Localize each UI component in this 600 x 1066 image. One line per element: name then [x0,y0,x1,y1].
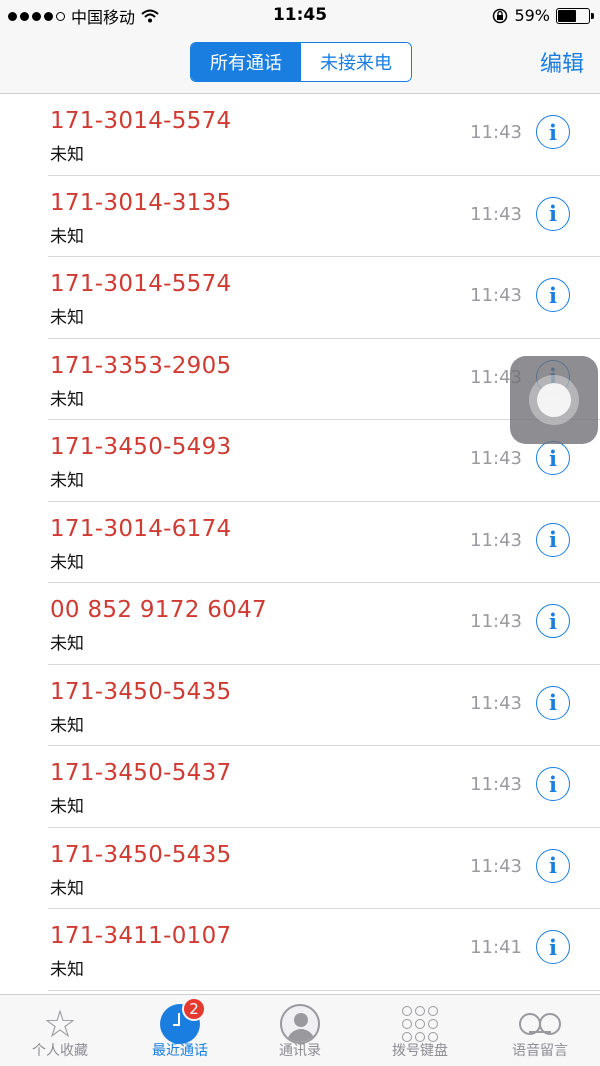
call-label: 未知 [50,471,84,491]
info-icon[interactable]: i [536,604,570,638]
missed-calls-badge: 2 [182,997,206,1021]
call-label: 未知 [50,797,84,817]
call-row[interactable]: 171-3014-6174 未知 11:43 i [0,502,600,584]
call-time: 11:43 [470,855,522,877]
call-number: 171-3450-5435 [50,841,232,868]
rotation-lock-icon [493,8,508,23]
call-row[interactable]: 171-3411-0107 未知 11:41 i [0,909,600,991]
call-time: 11:43 [470,122,522,143]
recent-calls-list[interactable]: 171-3014-5574 未知 11:43 i 171-3014-3135 未知 11:4… [0,94,600,994]
call-time: 11:43 [470,285,522,306]
call-time: 11:43 [470,774,522,795]
status-right: 59% [492,6,594,25]
call-time: 11:43 [470,448,522,469]
call-label: 未知 [50,634,84,654]
call-row[interactable]: 171-3450-5435 未知 11:43 i [0,828,600,910]
call-time: 11:41 [470,937,522,958]
assistive-touch-center [537,383,571,417]
call-row[interactable]: 171-3450-5437 未知 11:43 i [0,746,600,828]
contacts-icon [279,1003,321,1045]
call-row[interactable]: 171-3014-5574 未知 11:43 i [0,257,600,339]
call-time: 11:43 [470,203,522,225]
call-row[interactable]: 00 852 9172 6047 未知 11:43 i [0,583,600,665]
info-icon[interactable]: i [536,115,570,149]
call-label: 未知 [50,145,84,165]
info-icon[interactable]: i [536,848,570,883]
info-icon[interactable]: i [536,767,570,801]
call-label: 未知 [50,878,84,899]
call-number: 171-3450-5435 [50,678,232,705]
assistive-touch-button[interactable] [510,356,598,444]
battery-percent: 59% [514,6,550,25]
voicemail-icon [519,1003,561,1045]
call-label: 未知 [50,552,84,573]
tab-bar: ☆ 个人收藏 2 最近通话 通讯录 拨号键盘 语音留言 [0,994,600,1066]
call-number: 171-3353-2905 [50,352,232,379]
tab-recents[interactable]: 2 最近通话 [120,995,240,1066]
call-number: 171-3014-5574 [50,271,232,297]
call-label: 未知 [50,715,84,736]
call-time: 11:43 [470,529,522,551]
call-number: 171-3014-5574 [50,108,232,134]
segment-missed-calls[interactable]: 未接来电 [301,43,411,81]
call-time: 11:43 [470,611,522,632]
info-icon[interactable]: i [536,522,570,557]
info-icon[interactable]: i [536,930,570,964]
segment-all-calls[interactable]: 所有通话 [191,43,301,81]
info-icon[interactable]: i [536,685,570,720]
info-icon[interactable]: i [536,278,570,312]
tab-contacts[interactable]: 通讯录 [240,995,360,1066]
info-icon[interactable]: i [536,196,570,231]
tab-keypad[interactable]: 拨号键盘 [360,995,480,1066]
call-number: 171-3450-5437 [50,760,232,786]
tab-favorites[interactable]: ☆ 个人收藏 [0,995,120,1066]
call-number: 00 852 9172 6047 [50,597,267,623]
call-filter-segmented-control[interactable]: 所有通话 未接来电 [190,42,412,82]
call-label: 未知 [50,389,84,410]
call-number: 171-3014-3135 [50,189,232,216]
battery-icon [556,7,594,24]
call-number: 171-3450-5493 [50,434,232,460]
call-row[interactable]: 171-3014-5574 未知 11:43 i [0,94,600,176]
call-time: 11:43 [470,692,522,714]
call-label: 未知 [50,308,84,328]
edit-button[interactable]: 编辑 [540,46,584,78]
call-number: 171-3411-0107 [50,923,232,949]
call-row[interactable]: 171-3450-5435 未知 11:43 i [0,665,600,747]
battery-level-fill [558,9,576,22]
star-icon: ☆ [42,1002,78,1046]
info-icon[interactable]: i [536,441,570,475]
status-bar: 中国移动 11:45 59% [0,0,600,32]
call-row[interactable]: 171-3014-3135 未知 11:43 i [0,176,600,258]
call-label: 未知 [50,960,84,980]
keypad-icon [399,1003,441,1045]
tab-voicemail[interactable]: 语音留言 [480,995,600,1066]
call-number: 171-3014-6174 [50,515,232,542]
nav-bar: 所有通话 未接来电 编辑 [0,32,600,94]
call-label: 未知 [50,226,84,247]
